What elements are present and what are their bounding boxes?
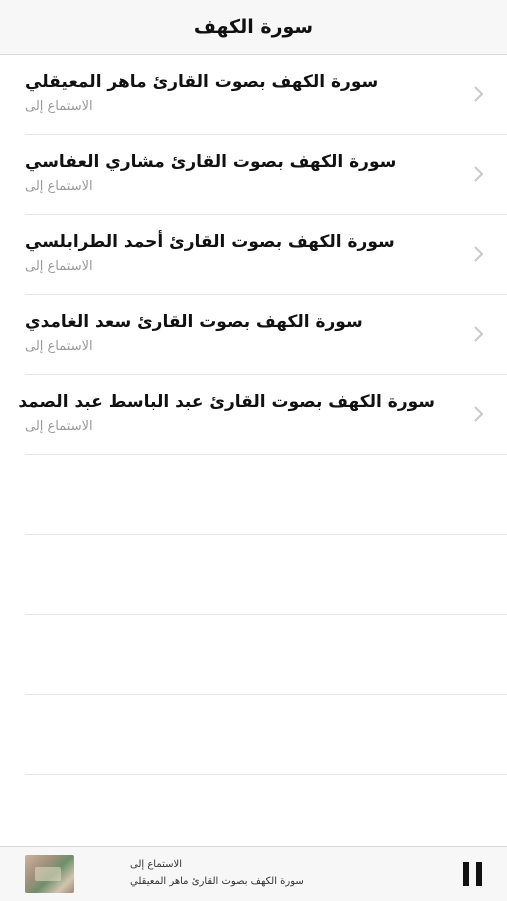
list-item-subtitle: الاستماع إلى (25, 99, 93, 114)
empty-row (25, 615, 507, 695)
pause-bar-left (463, 862, 469, 886)
list-item[interactable]: سورة الكهف بصوت القارئ سعد الغامدي الاست… (25, 295, 507, 375)
pause-icon[interactable] (462, 862, 484, 886)
empty-row (25, 535, 507, 615)
list-item-title: سورة الكهف بصوت القارئ مشاري العفاسي (25, 152, 397, 172)
chevron-right-icon (474, 166, 484, 182)
album-artwork (25, 855, 74, 893)
list-item[interactable]: سورة الكهف بصوت القارئ مشاري العفاسي الا… (25, 135, 507, 215)
now-playing-title: سورة الكهف بصوت القارئ ماهر المعيقلي (130, 876, 304, 887)
page-title: سورة الكهف (193, 16, 314, 38)
list-item-title: سورة الكهف بصوت القارئ عبد الباسط عبد ال… (18, 392, 435, 412)
now-playing-bar[interactable]: الاستماع إلى سورة الكهف بصوت القارئ ماهر… (0, 846, 507, 901)
list-item-title: سورة الكهف بصوت القارئ أحمد الطرابلسي (25, 232, 395, 252)
now-playing-subtitle: الاستماع إلى (130, 859, 183, 870)
list-item-title: سورة الكهف بصوت القارئ ماهر المعيقلي (25, 72, 379, 92)
chevron-right-icon (474, 406, 484, 422)
navigation-bar: سورة الكهف (0, 0, 507, 55)
reciter-list: سورة الكهف بصوت القارئ ماهر المعيقلي الا… (0, 55, 507, 775)
list-item[interactable]: سورة الكهف بصوت القارئ أحمد الطرابلسي ال… (25, 215, 507, 295)
list-item-title: سورة الكهف بصوت القارئ سعد الغامدي (25, 312, 363, 332)
empty-row (25, 455, 507, 535)
pause-bar-right (476, 862, 482, 886)
list-item-subtitle: الاستماع إلى (25, 179, 93, 194)
chevron-right-icon (474, 246, 484, 262)
list-item-subtitle: الاستماع إلى (25, 339, 93, 354)
chevron-right-icon (474, 86, 484, 102)
empty-row (25, 695, 507, 775)
list-item[interactable]: سورة الكهف بصوت القارئ عبد الباسط عبد ال… (18, 375, 507, 455)
list-item-subtitle: الاستماع إلى (25, 419, 93, 434)
list-item[interactable]: سورة الكهف بصوت القارئ ماهر المعيقلي الا… (25, 55, 507, 135)
chevron-right-icon (474, 326, 484, 342)
list-item-subtitle: الاستماع إلى (25, 259, 93, 274)
